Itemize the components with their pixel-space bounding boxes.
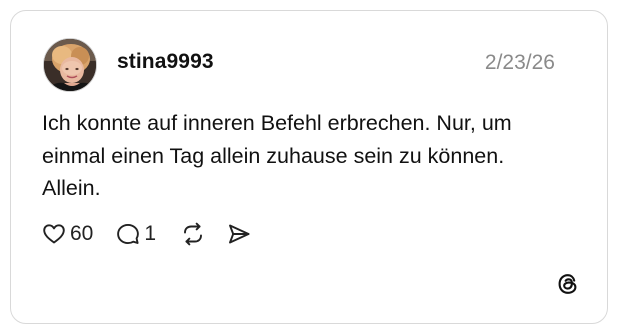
reply-count: 1 — [144, 222, 157, 245]
speech-bubble-icon — [117, 223, 140, 245]
post-body-text: Ich konnte auf inneren Befehl erbrechen.… — [42, 111, 512, 200]
repost-button[interactable] — [180, 221, 206, 247]
share-button[interactable] — [226, 221, 252, 247]
like-count: 60 — [70, 222, 94, 245]
send-icon — [229, 224, 250, 244]
avatar-photo — [44, 39, 96, 91]
repost-arrows-icon — [184, 222, 202, 246]
username[interactable]: stina9993 — [117, 50, 214, 74]
post-actions: 60 1 — [41, 219, 252, 249]
threads-logo-icon[interactable] — [555, 271, 581, 297]
post-timestamp: 2/23/26 — [484, 51, 555, 74]
post-card[interactable]: stina9993 2/23/26 Ich konnte auf inneren… — [10, 10, 608, 324]
like-button[interactable]: 60 — [41, 221, 93, 247]
avatar[interactable] — [43, 38, 97, 92]
reply-button[interactable]: 1 — [115, 221, 156, 247]
heart-icon — [43, 224, 65, 244]
